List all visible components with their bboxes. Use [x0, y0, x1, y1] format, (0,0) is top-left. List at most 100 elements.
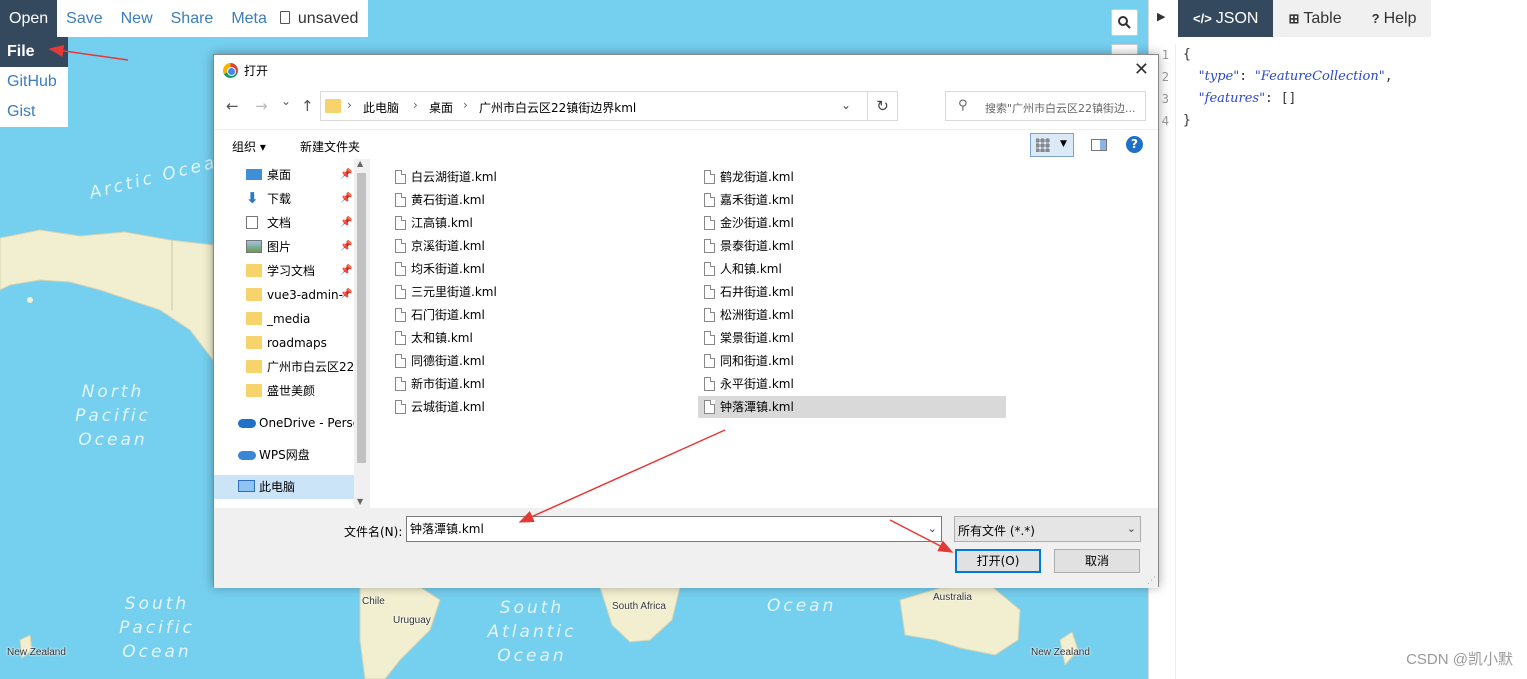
nav-scrollbar[interactable]: ▲ ▼: [354, 159, 369, 508]
nav-item-this-pc[interactable]: 此电脑: [214, 475, 354, 499]
tab-json[interactable]: </> JSON: [1178, 0, 1274, 37]
nav-item-label: 此电脑: [259, 480, 296, 494]
file-name: 嘉禾街道.kml: [720, 193, 794, 207]
file-name: 松洲街道.kml: [720, 308, 794, 322]
file-item[interactable]: 松洲街道.kml: [701, 304, 1009, 326]
resize-grip-icon[interactable]: ⋰: [1147, 576, 1156, 586]
nav-item-desktop[interactable]: 桌面 📌: [214, 163, 354, 187]
file-item[interactable]: 太和镇.kml: [395, 327, 695, 349]
address-bar[interactable]: › 此电脑 › 桌面 › 广州市白云区22镇街边界kml ⌄ ↻: [320, 91, 898, 121]
file-item[interactable]: 三元里街道.kml: [395, 281, 695, 303]
cancel-button[interactable]: 取消: [1054, 549, 1140, 573]
file-name: 京溪街道.kml: [411, 239, 485, 253]
nav-item-wps[interactable]: WPS网盘: [214, 443, 354, 467]
file-item[interactable]: 江高镇.kml: [395, 212, 695, 234]
file-item[interactable]: 黄石街道.kml: [395, 189, 695, 211]
breadcrumb-item[interactable]: 桌面: [429, 99, 453, 116]
dialog-titlebar[interactable]: 打开 ✕: [214, 55, 1158, 85]
nav-item-folder[interactable]: 盛世美颜: [214, 379, 354, 403]
breadcrumb-item[interactable]: 此电脑: [363, 99, 399, 116]
nav-item-label: vue3-admin-: [267, 288, 343, 302]
chevron-down-icon[interactable]: ⌄: [928, 522, 937, 535]
breadcrumb-separator: ›: [463, 98, 468, 112]
organize-button[interactable]: 组织 ▾: [232, 138, 266, 155]
filename-field[interactable]: ⌄: [406, 516, 942, 542]
file-item-selected[interactable]: 钟落潭镇.kml: [698, 396, 1006, 418]
help-icon[interactable]: ?: [1126, 136, 1143, 153]
scrollbar-thumb[interactable]: [357, 173, 366, 463]
back-button[interactable]: ←: [226, 97, 239, 115]
file-icon: [395, 262, 406, 276]
watermark: CSDN @凯小默: [1406, 651, 1513, 668]
map-search-button[interactable]: [1111, 9, 1138, 36]
scroll-down-icon[interactable]: ▼: [357, 497, 363, 506]
recent-locations-dropdown[interactable]: ⌄: [281, 94, 291, 108]
file-item[interactable]: 同德街道.kml: [395, 350, 695, 372]
forward-button[interactable]: →: [255, 97, 268, 115]
nav-item-folder[interactable]: _media: [214, 307, 354, 331]
nav-item-folder[interactable]: roadmaps: [214, 331, 354, 355]
file-item[interactable]: 鹤龙街道.kml: [701, 166, 1009, 188]
menu-item-gist[interactable]: Gist: [0, 97, 68, 127]
pin-icon: 📌: [340, 169, 353, 180]
file-name: 三元里街道.kml: [411, 285, 497, 299]
view-options-button[interactable]: ▼: [1030, 133, 1074, 157]
folder-icon: [246, 288, 262, 301]
file-item[interactable]: 嘉禾街道.kml: [701, 189, 1009, 211]
file-item[interactable]: 景泰街道.kml: [701, 235, 1009, 257]
nav-item-pictures[interactable]: 图片 📌: [214, 235, 354, 259]
menu-item-github[interactable]: GitHub: [0, 67, 68, 97]
new-folder-button[interactable]: 新建文件夹: [300, 138, 360, 155]
file-item[interactable]: 新市街道.kml: [395, 373, 695, 395]
file-item[interactable]: 云城街道.kml: [395, 396, 695, 418]
file-item[interactable]: 石门街道.kml: [395, 304, 695, 326]
json-editor[interactable]: 1 2 3 4 { "type": "FeatureCollection", "…: [1149, 37, 1527, 679]
breadcrumb-item[interactable]: 广州市白云区22镇街边界kml: [479, 99, 636, 116]
scroll-up-icon[interactable]: ▲: [357, 159, 363, 168]
file-item[interactable]: 白云湖街道.kml: [395, 166, 695, 188]
menu-save[interactable]: Save: [57, 0, 111, 37]
folder-icon: [246, 384, 262, 397]
chevron-down-icon: ▼: [1060, 139, 1067, 149]
navigation-row: ← → ⌄ ↑ › 此电脑 › 桌面 › 广州市白云区22镇街边界kml ⌄ ↻…: [214, 85, 1158, 129]
file-item[interactable]: 棠景街道.kml: [701, 327, 1009, 349]
file-item[interactable]: 永平街道.kml: [701, 373, 1009, 395]
nav-item-documents[interactable]: 文档 📌: [214, 211, 354, 235]
file-list: 白云湖街道.kml 黄石街道.kml 江高镇.kml 京溪街道.kml 均禾街道…: [370, 159, 1158, 508]
chevron-down-icon[interactable]: ⌄: [841, 98, 851, 112]
menu-new[interactable]: New: [112, 0, 162, 37]
open-button[interactable]: 打开(O): [955, 549, 1041, 573]
up-button[interactable]: ↑: [301, 97, 314, 115]
file-item[interactable]: 人和镇.kml: [701, 258, 1009, 280]
computer-icon: [238, 480, 255, 492]
filename-input[interactable]: [410, 521, 890, 535]
nav-item-folder[interactable]: vue3-admin- 📌: [214, 283, 354, 307]
menu-share[interactable]: Share: [162, 0, 223, 37]
file-name: 石门街道.kml: [411, 308, 485, 322]
file-item[interactable]: 均禾街道.kml: [395, 258, 695, 280]
preview-pane-icon[interactable]: [1091, 139, 1107, 151]
tab-table[interactable]: ⊞ Table: [1273, 0, 1356, 37]
search-input[interactable]: ⚲ 搜索"广州市白云区22镇街边...: [945, 91, 1146, 121]
tab-help[interactable]: ? Help: [1357, 0, 1432, 37]
nav-item-onedrive[interactable]: OneDrive - Perso: [214, 411, 354, 435]
chrome-icon: [223, 63, 238, 78]
code-line: }: [1183, 113, 1191, 128]
nav-item-folder[interactable]: 学习文档 📌: [214, 259, 354, 283]
close-button[interactable]: ✕: [1134, 59, 1149, 80]
collapse-panel-icon[interactable]: ▶: [1157, 10, 1165, 23]
menu-item-file[interactable]: File: [0, 37, 68, 67]
file-icon: [395, 170, 406, 184]
nav-item-folder[interactable]: 广州市白云区22: [214, 355, 354, 379]
file-item[interactable]: 金沙街道.kml: [701, 212, 1009, 234]
filetype-select[interactable]: 所有文件 (*.*) ⌄: [954, 516, 1141, 542]
nav-item-label: roadmaps: [267, 336, 327, 350]
file-name: 云城街道.kml: [411, 400, 485, 414]
menu-open[interactable]: Open: [0, 0, 58, 37]
nav-item-downloads[interactable]: ⬇ 下载 📌: [214, 187, 354, 211]
file-item[interactable]: 同和街道.kml: [701, 350, 1009, 372]
file-item[interactable]: 石井街道.kml: [701, 281, 1009, 303]
file-item[interactable]: 京溪街道.kml: [395, 235, 695, 257]
refresh-button[interactable]: ↻: [867, 92, 897, 120]
menu-meta[interactable]: Meta: [222, 0, 276, 37]
